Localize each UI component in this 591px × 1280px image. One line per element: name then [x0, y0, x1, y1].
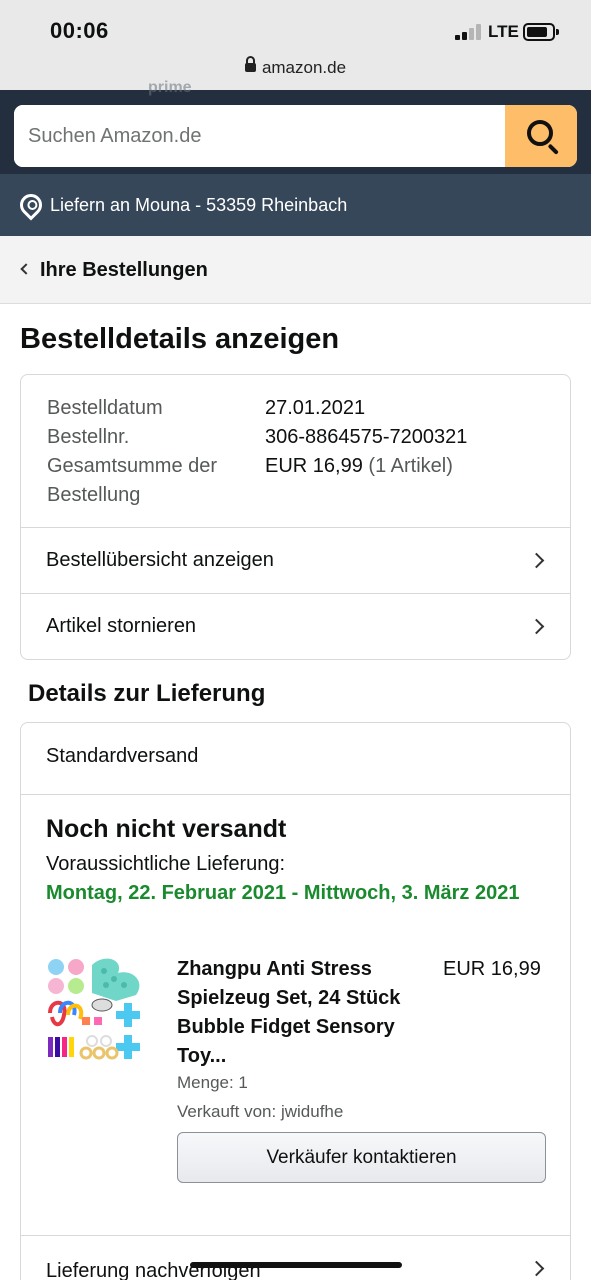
order-info-card: Bestelldatum 27.01.2021 Bestellnr. 306-8…	[20, 374, 571, 660]
search-bar	[14, 105, 577, 167]
divider	[21, 794, 570, 795]
cancel-items-link[interactable]: Artikel stornieren	[21, 594, 570, 660]
delivery-section-title: Details zur Lieferung	[28, 680, 266, 707]
order-total-label-line2: Bestellung	[47, 484, 141, 506]
lock-icon	[244, 56, 256, 72]
chevron-right-icon	[528, 1260, 545, 1277]
order-total-value: EUR 16,99	[265, 455, 363, 477]
network-type: LTE	[488, 22, 519, 41]
shipment-card: Standardversand Noch nicht versandt Vora…	[20, 722, 571, 1280]
track-package-link[interactable]: Lieferung nachverfolgen	[21, 1235, 570, 1280]
product-price: EUR 16,99	[443, 958, 541, 980]
product-seller: Verkauft von: jwidufhe	[177, 1102, 344, 1121]
order-number-label: Bestellnr.	[47, 426, 130, 448]
cancel-items-label: Artikel stornieren	[46, 615, 197, 637]
chevron-left-icon	[20, 263, 32, 275]
order-date-value: 27.01.2021	[265, 397, 366, 419]
order-summary-label: Bestellübersicht anzeigen	[46, 549, 274, 571]
browser-url-bar[interactable]: amazon.de	[0, 54, 591, 90]
status-bar: 00:06 LTE	[0, 0, 591, 54]
location-pin-icon	[15, 189, 47, 221]
battery-icon	[523, 23, 559, 41]
product-image[interactable]	[46, 955, 154, 1063]
order-item-count: (1 Artikel)	[368, 455, 453, 477]
search-input[interactable]	[14, 105, 505, 167]
deliver-to-bar[interactable]: Liefern an Mouna - 53359 Rheinbach	[0, 174, 591, 236]
url-text: amazon.de	[261, 58, 347, 77]
order-date-label: Bestelldatum	[47, 397, 163, 419]
signal-strength-icon	[455, 24, 483, 40]
search-icon	[527, 120, 553, 146]
search-button[interactable]	[505, 105, 577, 167]
order-summary-link[interactable]: Bestellübersicht anzeigen	[21, 528, 570, 594]
product-quantity: Menge: 1	[177, 1073, 248, 1092]
breadcrumb-your-orders[interactable]: Ihre Bestellungen	[40, 259, 208, 282]
order-number-value: 306-8864575-7200321	[265, 426, 468, 448]
shipping-type: Standardversand	[46, 745, 199, 767]
status-time: 00:06	[50, 18, 109, 43]
contact-seller-button[interactable]: Verkäufer kontaktieren	[177, 1132, 546, 1183]
home-indicator[interactable]	[190, 1262, 402, 1268]
prime-logo-ghost: prime	[148, 79, 192, 96]
breadcrumb[interactable]: Ihre Bestellungen	[0, 236, 591, 304]
deliver-to-text: Liefern an Mouna - 53359 Rheinbach	[50, 195, 348, 215]
chevron-right-icon	[528, 618, 545, 635]
product-title-link[interactable]: Zhangpu Anti Stress Spielzeug Set, 24 St…	[177, 955, 437, 1071]
order-total-label-line1: Gesamtsumme der	[47, 455, 218, 477]
page-title: Bestelldetails anzeigen	[20, 323, 340, 355]
shipment-status: Noch nicht versandt	[46, 815, 287, 843]
chevron-right-icon	[528, 552, 545, 569]
eta-value: Montag, 22. Februar 2021 - Mittwoch, 3. …	[46, 882, 520, 904]
eta-label: Voraussichtliche Lieferung:	[46, 853, 286, 875]
amazon-header	[0, 90, 591, 174]
